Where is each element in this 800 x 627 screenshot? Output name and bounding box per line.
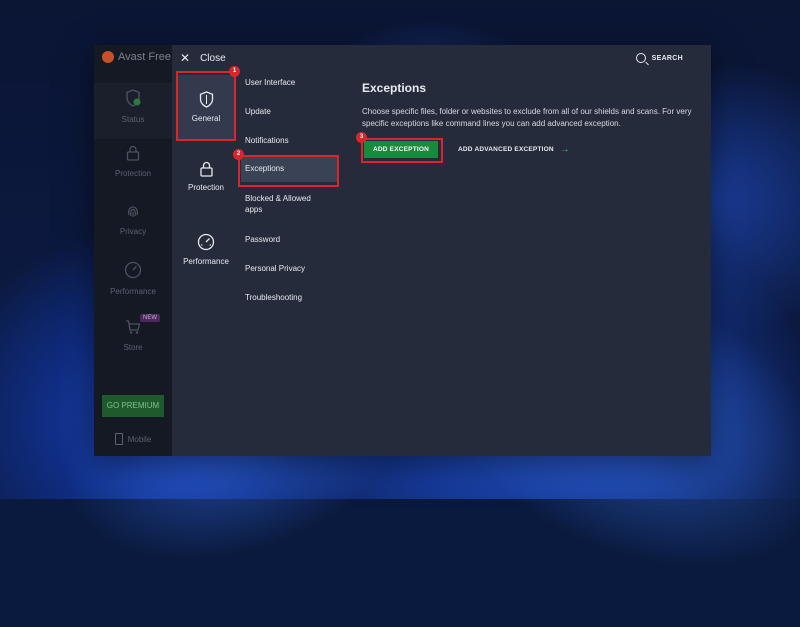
- speedometer-icon: [94, 261, 172, 284]
- settings-panel: ✕ Close SEARCH General Protection Perfor…: [172, 45, 711, 456]
- app-logo: Avast Free: [102, 51, 171, 63]
- category-performance[interactable]: Performance: [178, 233, 234, 266]
- avast-logo-icon: [102, 51, 114, 63]
- sidebar-item-mobile[interactable]: Mobile: [94, 433, 172, 445]
- sidebar-item-label: Protection: [114, 169, 152, 178]
- step-badge: 2: [233, 149, 244, 160]
- category-protection[interactable]: Protection: [178, 161, 234, 192]
- subitem-personal-privacy[interactable]: Personal Privacy: [245, 263, 335, 274]
- fingerprint-icon: [94, 203, 172, 224]
- mobile-icon: [114, 433, 123, 445]
- sidebar-item-label: Privacy: [119, 227, 147, 236]
- lock-icon: [94, 145, 172, 166]
- close-icon: ✕: [180, 51, 191, 65]
- lock-icon: [178, 161, 234, 179]
- advanced-exception-label: ADD ADVANCED EXCEPTION: [458, 146, 554, 153]
- cart-icon: [94, 319, 172, 340]
- close-button[interactable]: ✕ Close: [180, 51, 226, 65]
- sidebar-item-status[interactable]: Status: [94, 83, 172, 139]
- exceptions-description: Choose specific files, folder or website…: [362, 107, 692, 128]
- go-premium-button[interactable]: GO PREMIUM: [102, 395, 164, 417]
- sidebar-item-label: Status: [121, 115, 145, 124]
- search-icon: [635, 53, 646, 63]
- sidebar-item-label: Performance: [110, 287, 156, 296]
- arrow-right-icon: →: [559, 144, 570, 155]
- highlight-exceptions: [238, 155, 339, 187]
- sidebar-item-performance[interactable]: Performance: [94, 261, 172, 296]
- subitem-blocked-allowed-apps[interactable]: Blocked & Allowed apps: [245, 193, 323, 215]
- sidebar-item-privacy[interactable]: Privacy: [94, 203, 172, 236]
- page-title: Exceptions: [362, 81, 427, 95]
- search-label: SEARCH: [651, 54, 683, 62]
- search-button[interactable]: SEARCH: [635, 53, 683, 63]
- category-label: Protection: [187, 183, 225, 192]
- subitem-notifications[interactable]: Notifications: [245, 135, 335, 146]
- subitem-password[interactable]: Password: [245, 234, 335, 245]
- exceptions-content: Exceptions Choose specific files, folder…: [362, 81, 702, 158]
- highlight-general: [176, 71, 236, 141]
- app-brand: Avast Free: [118, 51, 171, 63]
- main-sidebar: Avast Free Status Protection Privacy Per: [94, 45, 172, 456]
- step-badge: 1: [229, 66, 240, 77]
- step-badge: 3: [356, 132, 367, 143]
- subitem-update[interactable]: Update: [245, 106, 335, 117]
- sidebar-item-label: Store: [123, 343, 143, 352]
- sidebar-item-protection[interactable]: Protection: [94, 145, 172, 178]
- close-label: Close: [200, 52, 226, 64]
- highlight-add-exception: [361, 138, 443, 163]
- subitem-user-interface[interactable]: User Interface: [245, 77, 335, 88]
- sidebar-item-label: Mobile: [127, 434, 152, 444]
- sidebar-item-store[interactable]: Store: [94, 319, 172, 352]
- speedometer-icon: [178, 233, 234, 253]
- subitem-troubleshooting[interactable]: Troubleshooting: [245, 292, 335, 303]
- shield-check-icon: [94, 89, 172, 112]
- add-advanced-exception-button[interactable]: ADD ADVANCED EXCEPTION →: [458, 141, 570, 158]
- new-badge: NEW: [140, 314, 160, 322]
- category-label: Performance: [183, 257, 229, 266]
